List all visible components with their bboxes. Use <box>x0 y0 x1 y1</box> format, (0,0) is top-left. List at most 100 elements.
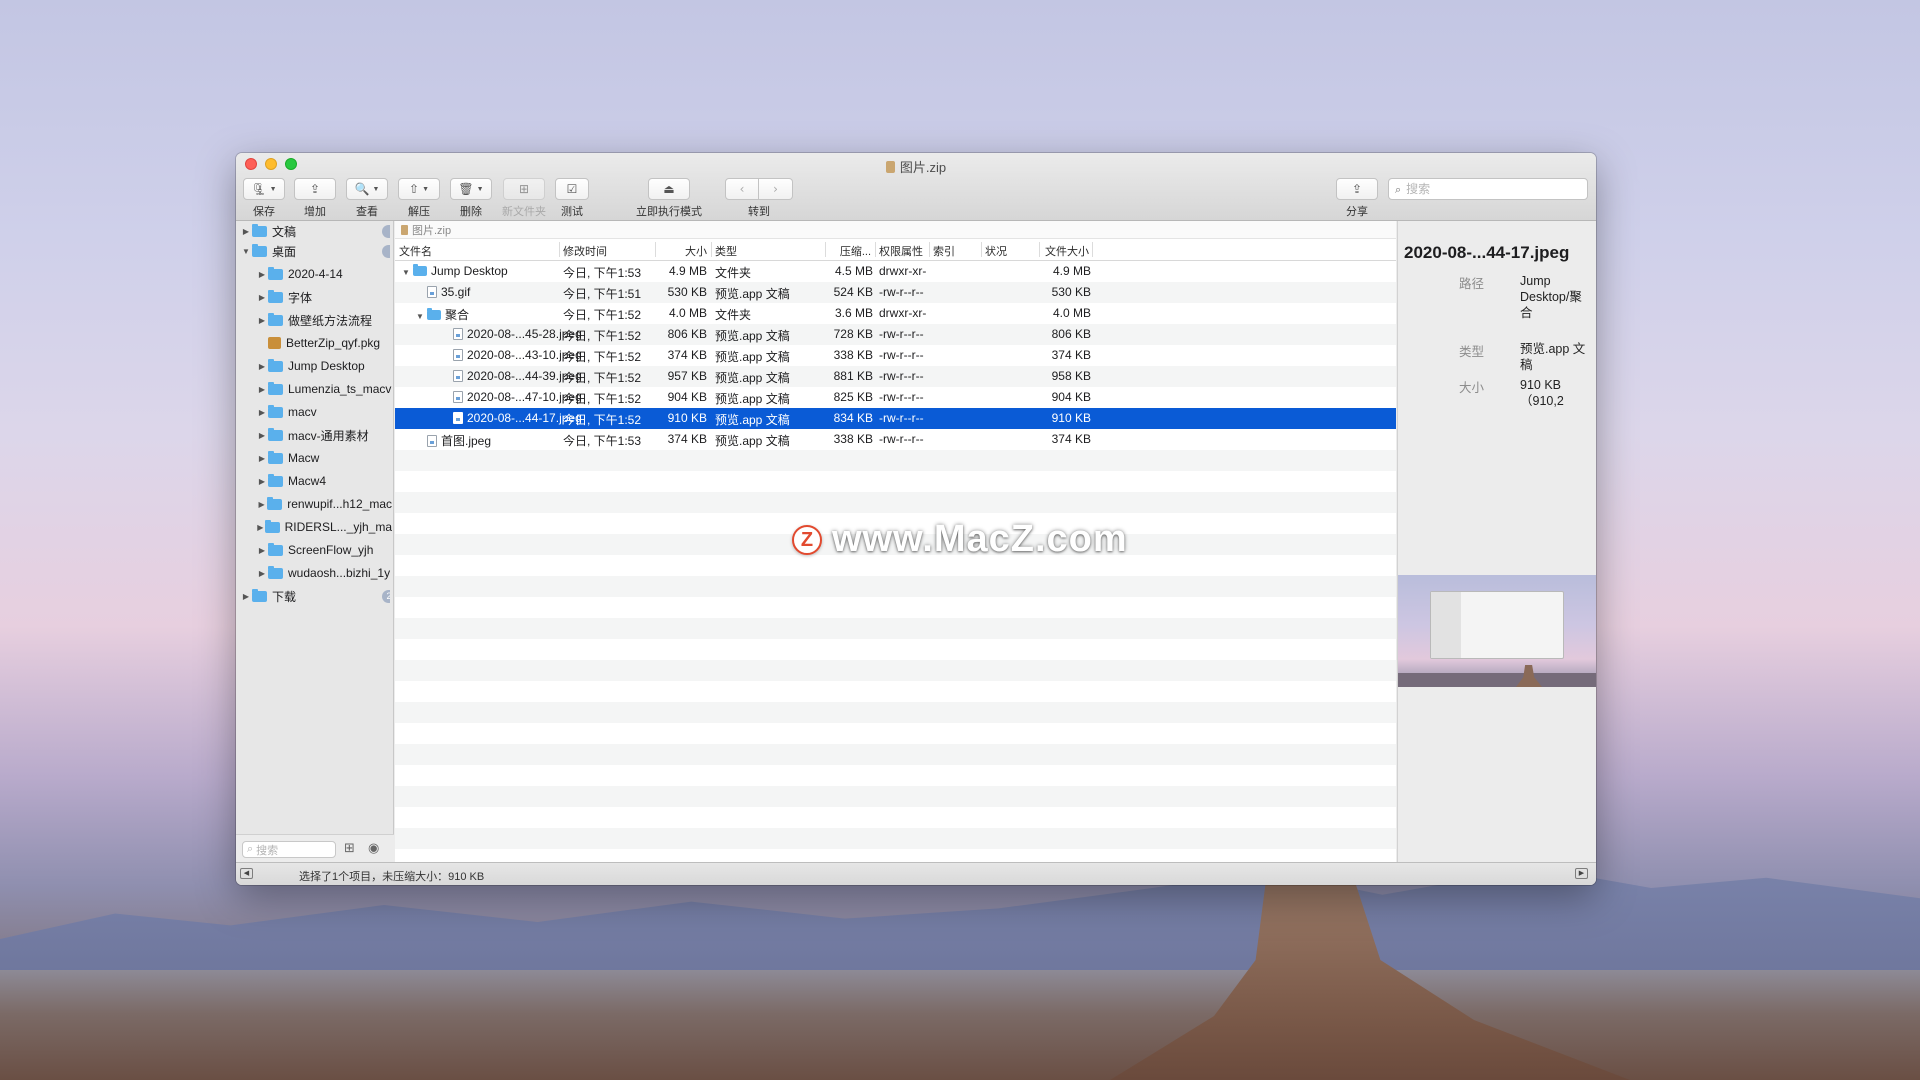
column-size[interactable]: 大小 <box>665 243 707 259</box>
disclosure-closed-icon[interactable]: ▶ <box>256 385 268 394</box>
sidebar-item-downloads[interactable]: ▶ 下载 2 <box>240 586 390 606</box>
image-preview[interactable] <box>1398 575 1596 687</box>
run-mode-button[interactable]: ⏏ <box>648 178 690 200</box>
sidebar-item-macw[interactable]: ▶ Macw <box>256 448 392 468</box>
disclosure-open-icon[interactable]: ▼ <box>399 268 413 277</box>
sidebar-item-jump-desktop[interactable]: ▶ Jump Desktop <box>256 356 392 376</box>
sidebar-item-wudaosh[interactable]: ▶ wudaosh...bizhi_1y <box>256 563 392 583</box>
share-button[interactable]: ⇪ <box>1336 178 1378 200</box>
back-button[interactable]: ‹ <box>725 178 759 200</box>
sidebar-search-field[interactable]: ⌕ 搜索 <box>242 841 336 858</box>
add-button[interactable]: ⇪ <box>294 178 336 200</box>
empty-row <box>395 450 1396 471</box>
cell-type: 预览.app 文稿 <box>715 413 790 427</box>
add-location-icon[interactable]: ⊞ <box>344 842 355 855</box>
sidebar-item-betterzip-pkg[interactable]: BetterZip_qyf.pkg <box>256 333 392 353</box>
disclosure-open-icon[interactable]: ▼ <box>413 312 427 321</box>
extract-tool[interactable]: ⇧ ▼ 解压 <box>398 178 440 219</box>
sidebar-item-macw4[interactable]: ▶ Macw4 <box>256 471 392 491</box>
disclosure-closed-icon[interactable]: ▶ <box>256 523 265 532</box>
save-tool[interactable]: 🗜 ▼ 保存 <box>243 178 285 219</box>
goto-tool[interactable]: ‹ › 转到 <box>725 178 793 219</box>
sidebar-item-macv-assets[interactable]: ▶ macv-通用素材 <box>256 425 392 445</box>
eye-icon[interactable]: ◉ <box>368 842 379 855</box>
table-row[interactable]: 2020-08-...44-39.jpeg 今日, 下午1:52 957 KB 预览.… <box>395 366 1396 387</box>
cell-filesize: 374 KB <box>1051 432 1091 446</box>
table-row[interactable]: 2020-08-...44-17.jpeg 今日, 下午1:52 910 KB 预览.… <box>395 408 1396 429</box>
package-icon <box>268 337 281 349</box>
folder-icon <box>427 308 441 320</box>
search-input[interactable] <box>1406 182 1567 196</box>
image-file-icon <box>453 391 463 403</box>
delete-tool[interactable]: 🗑 ▼ 删除 <box>450 178 492 219</box>
sidebar-item-screenflow[interactable]: ▶ ScreenFlow_yjh <box>256 540 392 560</box>
empty-row <box>395 723 1396 744</box>
sidebar-item-renwupif[interactable]: ▶ renwupif...h12_mac <box>256 494 392 514</box>
sidebar-item-macv[interactable]: ▶ macv <box>256 402 392 422</box>
column-compressed[interactable]: 压缩... <box>835 243 871 259</box>
disclosure-closed-icon[interactable]: ▶ <box>256 316 268 325</box>
extract-label: 解压 <box>408 206 430 218</box>
extract-button[interactable]: ⇧ ▼ <box>398 178 440 200</box>
table-row[interactable]: ▼ 聚合 今日, 下午1:52 4.0 MB 文件夹 3.6 MB drwxr-xr- 4.0… <box>395 303 1396 324</box>
table-row[interactable]: 35.gif 今日, 下午1:51 530 KB 预览.app 文稿 524 KB -rw… <box>395 282 1396 303</box>
new-folder-button[interactable]: ⊞ <box>503 178 545 200</box>
disclosure-open-icon[interactable]: ▼ <box>240 247 252 256</box>
table-row[interactable]: 2020-08-...47-10.jpeg 今日, 下午1:52 904 KB 预览.… <box>395 387 1396 408</box>
view-button[interactable]: 🔍 ▼ <box>346 178 388 200</box>
disclosure-closed-icon[interactable]: ▶ <box>256 569 268 578</box>
table-row[interactable]: 2020-08-...45-28.jpeg 今日, 下午1:52 806 KB 预览.… <box>395 324 1396 345</box>
delete-button[interactable]: 🗑 ▼ <box>450 178 492 200</box>
sidebar-item-lumenzia[interactable]: ▶ Lumenzia_ts_macv <box>256 379 392 399</box>
column-type[interactable]: 类型 <box>715 243 737 259</box>
disclosure-closed-icon[interactable]: ▶ <box>256 546 268 555</box>
sidebar-item-wallpaper[interactable]: ▶ 做壁纸方法流程 <box>256 310 392 330</box>
view-tool[interactable]: 🔍 ▼ 查看 <box>346 178 388 219</box>
inspector-panel: 2020-08-...44-17.jpeg 路径 Jump Desktop/聚合… <box>1397 221 1596 862</box>
column-filesize[interactable]: 文件大小 <box>1045 243 1089 259</box>
disclosure-closed-icon[interactable]: ▶ <box>240 592 252 601</box>
add-tool[interactable]: ⇪ 增加 <box>294 178 336 219</box>
cell-compressed: 338 KB <box>833 432 873 446</box>
disclosure-closed-icon[interactable]: ▶ <box>256 454 268 463</box>
save-button[interactable]: 🗜 ▼ <box>243 178 285 200</box>
search-field[interactable]: ⌕ <box>1388 178 1588 200</box>
disclosure-closed-icon[interactable]: ▶ <box>256 408 268 417</box>
toggle-sidebar-button[interactable]: ◀ <box>240 868 253 879</box>
disclosure-closed-icon[interactable]: ▶ <box>256 477 268 486</box>
sidebar-item-ridersl[interactable]: ▶ RIDERSL..._yjh_ma <box>256 517 392 537</box>
column-index[interactable]: 索引 <box>933 243 955 259</box>
toggle-inspector-button[interactable]: ▶ <box>1575 868 1588 879</box>
cell-name: 2020-08-...47-10.jpeg <box>439 390 582 404</box>
sidebar-item-documents[interactable]: ▶ 文稿 <box>240 221 390 241</box>
table-row[interactable]: ▼ Jump Desktop 今日, 下午1:53 4.9 MB 文件夹 4.5 MB dr… <box>395 261 1396 282</box>
test-tool[interactable]: ☑ 测试 <box>555 178 589 219</box>
disclosure-closed-icon[interactable]: ▶ <box>256 270 268 279</box>
disclosure-closed-icon[interactable]: ▶ <box>240 227 252 236</box>
disclosure-closed-icon[interactable]: ▶ <box>256 362 268 371</box>
disclosure-closed-icon[interactable]: ▶ <box>256 293 268 302</box>
forward-button[interactable]: › <box>759 178 793 200</box>
run-mode-tool[interactable]: ⏏ 立即执行模式 <box>636 178 702 219</box>
empty-row <box>395 639 1396 660</box>
test-button[interactable]: ☑ <box>555 178 589 200</box>
chevron-down-icon: ▼ <box>476 185 484 193</box>
table-row[interactable]: 2020-08-...43-10.jpeg 今日, 下午1:52 374 KB 预览.… <box>395 345 1396 366</box>
sidebar-item-desktop[interactable]: ▼ 桌面 <box>240 241 390 261</box>
sidebar-item-2020-4-14[interactable]: ▶ 2020-4-14 <box>256 264 392 284</box>
column-status[interactable]: 状况 <box>985 243 1007 259</box>
table-row[interactable]: 首图.jpeg 今日, 下午1:53 374 KB 预览.app 文稿 338 KB -r… <box>395 429 1396 450</box>
empty-row <box>395 807 1396 828</box>
sidebar-footer: ⌕ 搜索 ⊞ ◉ <box>236 834 394 862</box>
disclosure-closed-icon[interactable]: ▶ <box>256 431 268 440</box>
sidebar-item-fonts[interactable]: ▶ 字体 <box>256 287 392 307</box>
cell-type: 预览.app 文稿 <box>715 434 790 448</box>
new-folder-tool[interactable]: ⊞ 新文件夹 <box>502 178 546 219</box>
disclosure-closed-icon[interactable]: ▶ <box>256 500 267 509</box>
column-name[interactable]: 文件名 <box>399 243 432 259</box>
share-tool[interactable]: ⇪ 分享 <box>1336 178 1378 219</box>
column-modified[interactable]: 修改时间 <box>563 243 607 259</box>
empty-row <box>395 597 1396 618</box>
column-permissions[interactable]: 权限属性 <box>879 243 923 259</box>
cell-size: 530 KB <box>667 285 707 299</box>
